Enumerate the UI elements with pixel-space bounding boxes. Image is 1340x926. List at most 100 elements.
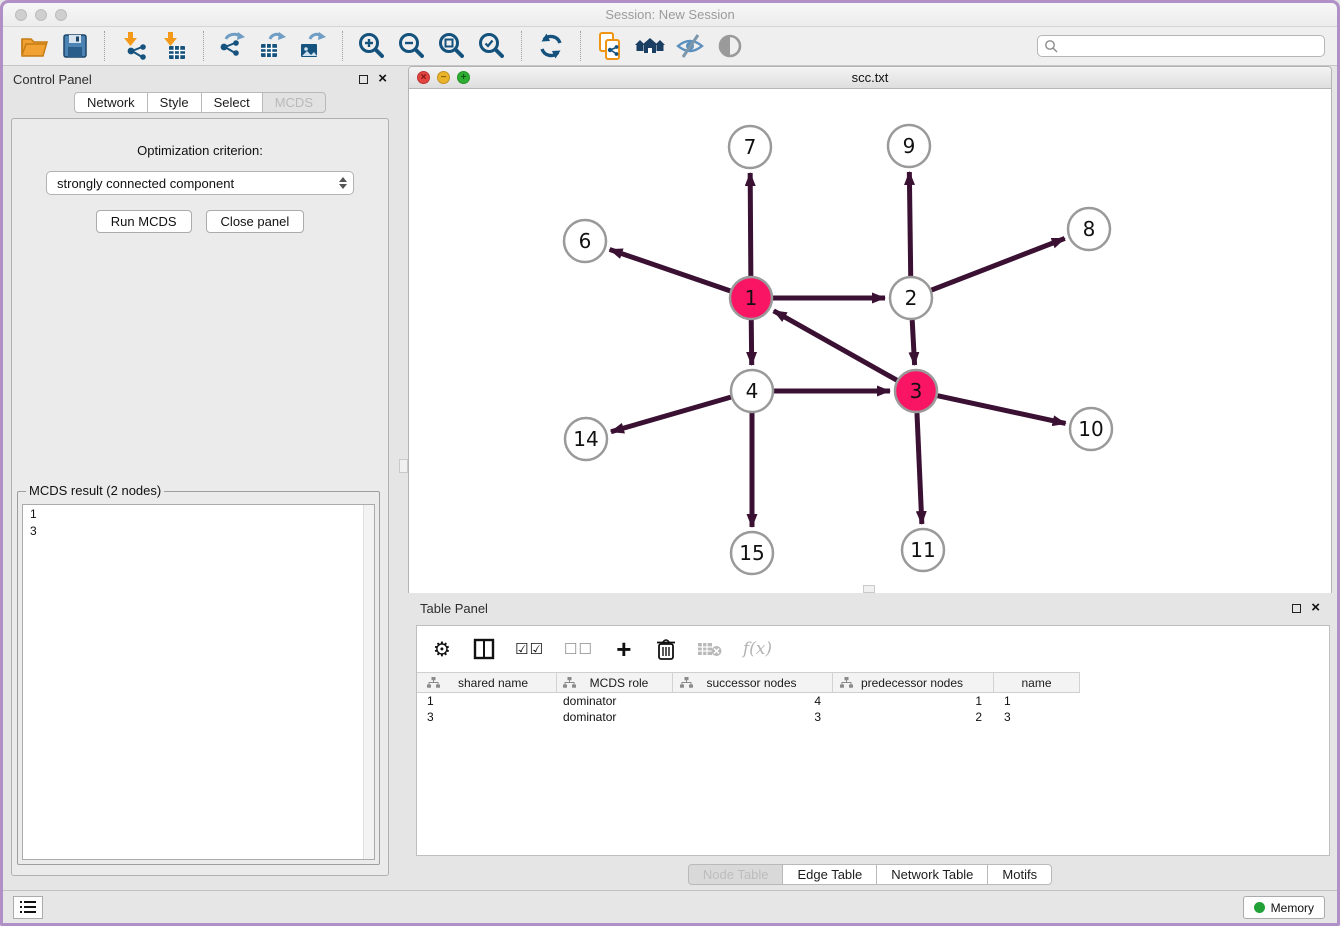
mcds-result-area[interactable]: 1 3: [22, 504, 375, 860]
graph-node-9[interactable]: 9: [888, 125, 930, 167]
tab-edge-table[interactable]: Edge Table: [783, 864, 877, 885]
float-panel-icon[interactable]: [359, 75, 368, 84]
deselect-all-checkboxes-icon[interactable]: ☐☐: [564, 637, 593, 661]
tab-select[interactable]: Select: [202, 92, 263, 113]
zoom-in-icon[interactable]: [355, 29, 389, 63]
column-header-shared-name[interactable]: shared name: [417, 673, 557, 692]
graph-node-4[interactable]: 4: [731, 370, 773, 412]
close-panel-icon[interactable]: ×: [378, 74, 387, 84]
graph-edge-3-1[interactable]: [774, 311, 897, 380]
clone-network-icon[interactable]: [593, 29, 627, 63]
zoom-out-icon[interactable]: [395, 29, 429, 63]
horizontal-splitter-handle[interactable]: [863, 585, 875, 593]
network-view-titlebar[interactable]: × − + scc.txt: [409, 67, 1331, 89]
cell-shared-name[interactable]: 3: [417, 709, 557, 725]
graph-node-3[interactable]: 3: [895, 370, 937, 412]
result-scrollbar[interactable]: [363, 505, 374, 859]
zoom-selected-icon[interactable]: [475, 29, 509, 63]
search-input[interactable]: [1058, 37, 1324, 55]
cell-predecessor-nodes[interactable]: 2: [833, 709, 994, 725]
column-header-successor-nodes[interactable]: successor nodes: [673, 673, 833, 692]
table-row[interactable]: 3 dominator 3 2 3: [417, 709, 1329, 725]
float-table-panel-icon[interactable]: [1292, 604, 1301, 613]
mcds-result-title: MCDS result (2 nodes): [26, 483, 164, 498]
export-table-icon[interactable]: [256, 29, 290, 63]
tab-network-table[interactable]: Network Table: [877, 864, 988, 885]
close-panel-button[interactable]: Close panel: [206, 210, 305, 233]
tab-motifs[interactable]: Motifs: [988, 864, 1052, 885]
column-header-predecessor-nodes[interactable]: predecessor nodes: [833, 673, 994, 692]
svg-text:10: 10: [1078, 417, 1103, 441]
import-table-icon[interactable]: [157, 29, 191, 63]
cell-name[interactable]: 3: [994, 709, 1080, 725]
svg-text:6: 6: [579, 229, 592, 253]
svg-text:9: 9: [903, 134, 916, 158]
toolbar-separator: [521, 31, 522, 61]
graph-edge-3-11[interactable]: [917, 413, 922, 524]
toolbar-separator: [104, 31, 105, 61]
graph-edge-2-3[interactable]: [912, 320, 914, 365]
close-table-panel-icon[interactable]: ×: [1311, 603, 1320, 613]
graph-edge-2-8[interactable]: [932, 238, 1065, 290]
column-header-mcds-role[interactable]: MCDS role: [557, 673, 673, 692]
toolbar-separator: [342, 31, 343, 61]
graph-node-6[interactable]: 6: [564, 220, 606, 262]
cell-successor-nodes[interactable]: 4: [673, 693, 833, 709]
svg-text:11: 11: [910, 538, 935, 562]
graph-edge-1-6[interactable]: [610, 249, 731, 290]
graph-node-8[interactable]: 8: [1068, 208, 1110, 250]
vertical-splitter-handle[interactable]: [399, 459, 408, 473]
select-all-checkboxes-icon[interactable]: ☑☑: [515, 637, 544, 661]
save-session-icon[interactable]: [58, 29, 92, 63]
first-neighbors-icon[interactable]: [633, 29, 667, 63]
task-history-button[interactable]: [13, 896, 43, 919]
graph-edge-2-9[interactable]: [909, 172, 910, 276]
memory-button[interactable]: Memory: [1243, 896, 1325, 919]
settings-gear-icon[interactable]: ⚙: [431, 637, 453, 661]
graph-edge-3-10[interactable]: [937, 396, 1065, 424]
add-column-icon[interactable]: +: [613, 637, 635, 661]
graph-node-11[interactable]: 11: [902, 529, 944, 571]
column-header-name[interactable]: name: [994, 673, 1080, 692]
run-mcds-button[interactable]: Run MCDS: [96, 210, 192, 233]
graph-node-14[interactable]: 14: [565, 418, 607, 460]
export-image-icon[interactable]: [296, 29, 330, 63]
control-panel: Control Panel × Network Style Select MCD…: [3, 66, 397, 886]
criterion-select[interactable]: strongly connected component: [46, 171, 354, 195]
cell-predecessor-nodes[interactable]: 1: [833, 693, 994, 709]
graph-node-2[interactable]: 2: [890, 277, 932, 319]
network-canvas-svg[interactable]: 1 2 3 4 6 7 8 9 10 11 14 15: [409, 89, 1331, 593]
show-columns-icon[interactable]: [473, 637, 495, 661]
cell-name[interactable]: 1: [994, 693, 1080, 709]
export-network-icon[interactable]: [216, 29, 250, 63]
graph-edge-4-14[interactable]: [611, 397, 731, 432]
graph-node-7[interactable]: 7: [729, 126, 771, 168]
cell-mcds-role[interactable]: dominator: [557, 709, 673, 725]
control-panel-tabs: Network Style Select MCDS: [3, 92, 397, 113]
memory-status-icon: [1254, 902, 1265, 913]
cell-successor-nodes[interactable]: 3: [673, 709, 833, 725]
tab-network[interactable]: Network: [74, 92, 148, 113]
open-session-icon[interactable]: [18, 29, 52, 63]
tab-mcds[interactable]: MCDS: [263, 92, 326, 113]
show-all-icon[interactable]: [713, 29, 747, 63]
cell-mcds-role[interactable]: dominator: [557, 693, 673, 709]
graph-edge-1-7[interactable]: [750, 173, 751, 276]
graph-node-1[interactable]: 1: [730, 277, 772, 319]
svg-text:2: 2: [905, 286, 918, 310]
zoom-fit-icon[interactable]: [435, 29, 469, 63]
cell-shared-name[interactable]: 1: [417, 693, 557, 709]
refresh-icon[interactable]: [534, 29, 568, 63]
search-field[interactable]: [1037, 35, 1325, 57]
criterion-value: strongly connected component: [57, 176, 234, 191]
toolbar-separator: [580, 31, 581, 61]
import-network-icon[interactable]: [117, 29, 151, 63]
graph-node-10[interactable]: 10: [1070, 408, 1112, 450]
network-canvas[interactable]: 1 2 3 4 6 7 8 9 10 11 14 15: [409, 89, 1331, 593]
tab-style[interactable]: Style: [148, 92, 202, 113]
hide-selected-icon[interactable]: [673, 29, 707, 63]
tab-node-table[interactable]: Node Table: [688, 864, 784, 885]
graph-node-15[interactable]: 15: [731, 532, 773, 574]
delete-columns-icon[interactable]: [655, 637, 677, 661]
table-row[interactable]: 1 dominator 4 1 1: [417, 693, 1329, 709]
